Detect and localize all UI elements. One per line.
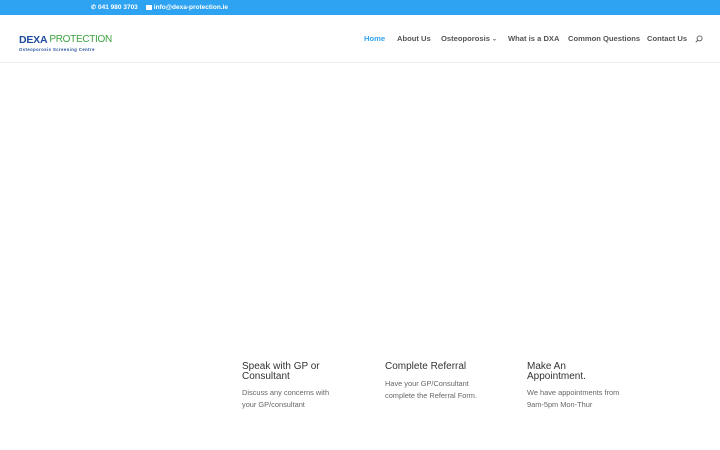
chevron-down-icon: ⌄ xyxy=(491,36,497,43)
nav-home[interactable]: Home xyxy=(364,34,385,43)
step-title: Complete Referral xyxy=(385,361,467,372)
email-address: info@dexa-protection.ie xyxy=(153,4,229,11)
step-text: Have your GP/Consultant complete the Ref… xyxy=(385,378,478,400)
step-title: Speak with GP or Consultant xyxy=(242,361,320,382)
site-header: DEXA PROTECTION Osteoporosis Screening C… xyxy=(0,15,720,63)
nav-what-is-dxa[interactable]: What is a DXA xyxy=(508,34,559,43)
phone-icon: ✆ xyxy=(91,4,97,11)
main-nav: Home About Us Osteoporosis ⌄ What is a DX… xyxy=(0,34,720,44)
envelope-icon xyxy=(145,5,152,10)
nav-osteoporosis[interactable]: Osteoporosis ⌄ xyxy=(441,34,497,43)
nav-about-us[interactable]: About Us xyxy=(397,34,431,43)
step-make-appointment: Make An Appointment. We have appointment… xyxy=(527,361,627,411)
nav-common-questions[interactable]: Common Questions xyxy=(568,34,640,43)
step-text: We have appointments from 9am-5pm Mon-Th… xyxy=(527,388,620,410)
step-title: Make An Appointment. xyxy=(527,361,586,382)
step-speak-with-gp: Speak with GP or Consultant Discuss any … xyxy=(242,361,342,411)
top-bar: ✆ 041 980 3703 info@dexa-protection.ie xyxy=(0,0,720,15)
email-link[interactable]: info@dexa-protection.ie xyxy=(145,4,229,11)
logo-tagline: Osteoporosis Screening Centre xyxy=(19,47,95,52)
phone-link[interactable]: ✆ 041 980 3703 xyxy=(91,4,138,11)
nav-osteoporosis-label: Osteoporosis xyxy=(441,34,490,43)
step-complete-referral: Complete Referral Have your GP/Consultan… xyxy=(385,362,485,402)
search-icon[interactable] xyxy=(695,35,703,43)
phone-number: 041 980 3703 xyxy=(98,4,138,11)
step-text: Discuss any concerns with your GP/consul… xyxy=(242,388,330,410)
nav-contact-us[interactable]: Contact Us xyxy=(647,34,687,43)
